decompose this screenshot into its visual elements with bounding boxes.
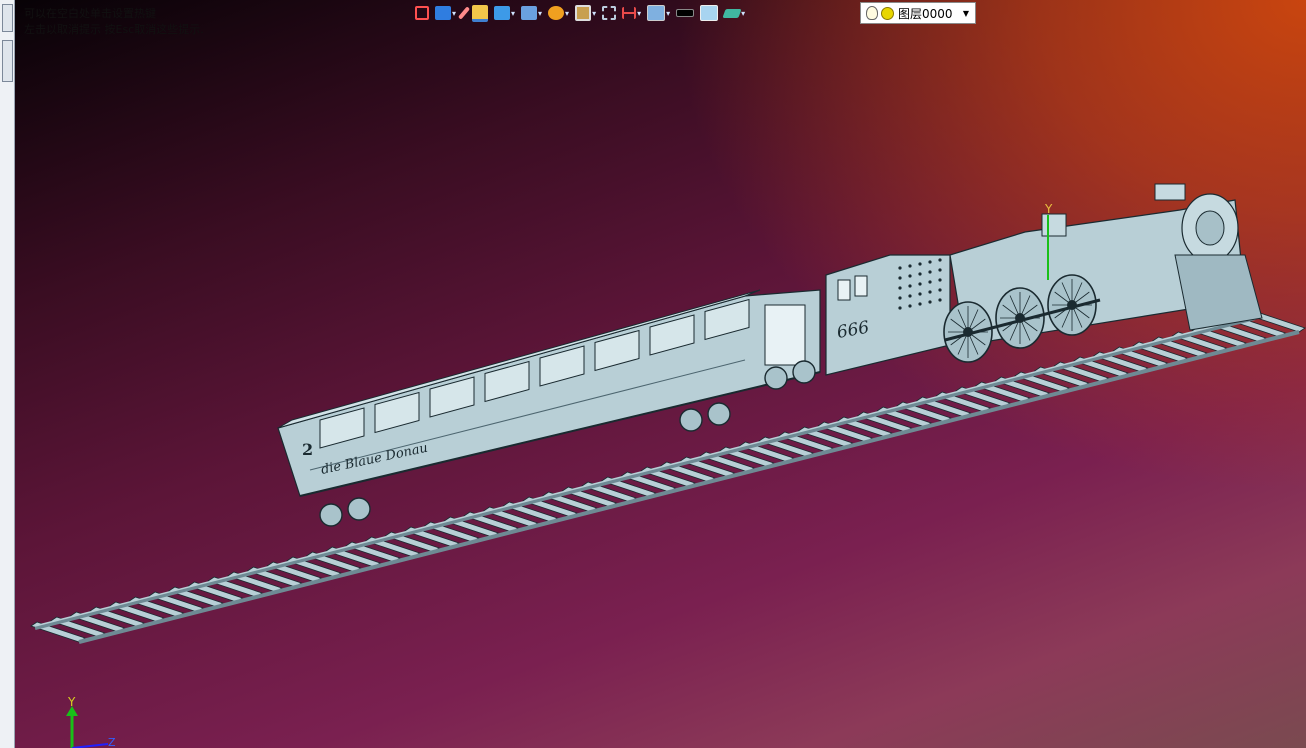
cowcatcher bbox=[1174, 254, 1263, 331]
steam-dome bbox=[1041, 213, 1067, 237]
triad-y-label: Y bbox=[67, 695, 76, 709]
car-number: 2 bbox=[302, 440, 313, 459]
triad-z-label: Z bbox=[108, 736, 116, 748]
car-door bbox=[764, 304, 806, 366]
tender[interactable]: 666 bbox=[825, 254, 951, 376]
axis-y-label: Y bbox=[1044, 202, 1053, 216]
model-scene[interactable]: 2 die Blaue Donau 666 Y Y Z bbox=[0, 0, 1306, 748]
coordinate-triad: Y Z bbox=[66, 695, 116, 748]
chimney bbox=[1154, 183, 1186, 201]
